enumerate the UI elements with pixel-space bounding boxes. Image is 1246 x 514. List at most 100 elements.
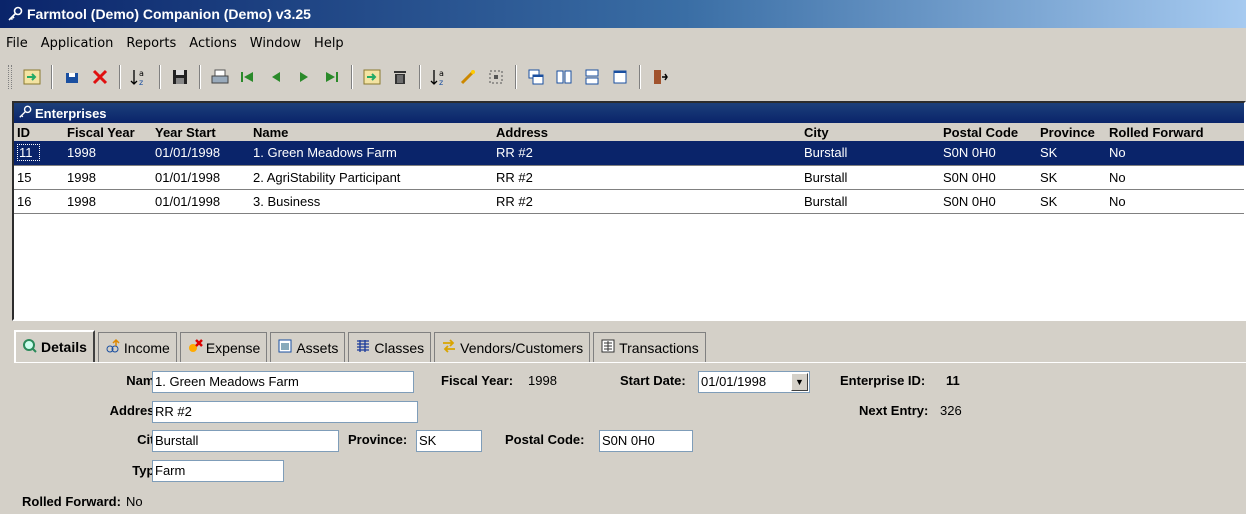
type-field[interactable]: Farm (152, 460, 284, 482)
exit-icon[interactable] (648, 65, 672, 89)
tab-details[interactable]: Details (14, 330, 95, 362)
enterprise-id-value: 11 (946, 373, 960, 388)
disk-icon[interactable] (168, 65, 192, 89)
table-cell: Burstall (801, 141, 940, 166)
window-title: Farmtool (Demo) Companion (Demo) v3.25 (27, 6, 311, 22)
name-field[interactable]: 1. Green Meadows Farm (152, 371, 414, 393)
start-date-field[interactable]: 01/01/1998 ▼ (698, 371, 810, 393)
table-cell: 15 (14, 165, 64, 190)
save-icon[interactable] (60, 65, 84, 89)
import-icon[interactable] (20, 65, 44, 89)
fiscal-year-label: Fiscal Year: (441, 373, 514, 388)
start-date-label: Start Date: (620, 373, 686, 388)
toolbar: az az (0, 60, 1246, 94)
title-bar: Farmtool (Demo) Companion (Demo) v3.25 (0, 0, 1246, 28)
table-cell: SK (1037, 165, 1106, 190)
vendors-customers-icon (441, 338, 457, 357)
table-header: ID Fiscal Year Year Start Name Address C… (14, 123, 1244, 141)
next-record-icon[interactable] (292, 65, 316, 89)
table-cell: S0N 0H0 (940, 189, 1037, 214)
table-cell: Burstall (801, 189, 940, 214)
table-cell: RR #2 (493, 165, 801, 190)
city-field[interactable]: Burstall (152, 430, 339, 452)
column-header[interactable]: Province (1037, 123, 1106, 141)
menu-reports[interactable]: Reports (126, 36, 176, 51)
print-icon[interactable] (208, 65, 232, 89)
table-cell: SK (1037, 189, 1106, 214)
column-header[interactable]: Address (493, 123, 801, 141)
tab-expense[interactable]: Expense (179, 332, 268, 362)
rolled-forward-value: No (126, 494, 143, 509)
table-cell: 1998 (64, 189, 152, 214)
tab-income[interactable]: Income (97, 332, 177, 362)
table-cell: No (1106, 165, 1244, 190)
table-cell: RR #2 (493, 189, 801, 214)
tab-vendors-customers[interactable]: Vendors/Customers (434, 332, 591, 362)
last-record-icon[interactable] (320, 65, 344, 89)
tile-vertical-icon[interactable] (552, 65, 576, 89)
delete-icon[interactable] (88, 65, 112, 89)
key-icon (18, 105, 32, 122)
panel-title: Enterprises (35, 105, 107, 121)
table-cell: 16 (14, 189, 64, 214)
tile-horizontal-icon[interactable] (580, 65, 604, 89)
window-icon[interactable] (608, 65, 632, 89)
address-field[interactable]: RR #2 (152, 401, 418, 423)
postal-code-field[interactable]: S0N 0H0 (599, 430, 693, 452)
sort-icon[interactable]: az (128, 65, 152, 89)
table-row[interactable]: 15 1998 01/01/1998 2. AgriStability Part… (14, 165, 1244, 190)
svg-text:a: a (139, 69, 144, 78)
cascade-icon[interactable] (524, 65, 548, 89)
table-row[interactable]: 11 1998 01/01/1998 1. Green Meadows Farm… (14, 141, 1244, 166)
table-cell: 01/01/1998 (152, 189, 250, 214)
key-icon (6, 5, 24, 23)
wand-icon[interactable] (456, 65, 480, 89)
svg-text:z: z (139, 78, 143, 87)
tab-classes[interactable]: Classes (348, 332, 432, 362)
next-entry-label: Next Entry: (859, 403, 929, 418)
enterprise-id-label: Enterprise ID: (840, 373, 926, 388)
table-cell: RR #2 (493, 141, 801, 166)
trash-icon[interactable] (388, 65, 412, 89)
column-header[interactable]: Rolled Forward (1106, 123, 1244, 141)
table-row[interactable]: 16 1998 01/01/1998 3. Business RR #2 Bur… (14, 189, 1244, 214)
menu-window[interactable]: Window (250, 36, 301, 51)
select-icon[interactable] (484, 65, 508, 89)
menu-actions[interactable]: Actions (189, 36, 237, 51)
column-header[interactable]: ID (14, 123, 64, 141)
rolled-forward-label: Rolled Forward: (22, 494, 121, 509)
menu-file[interactable]: File (6, 36, 28, 51)
tab-transactions[interactable]: Transactions (593, 332, 706, 362)
column-header[interactable]: Year Start (152, 123, 250, 141)
detail-tabs: Details Income Expense Assets Classes Ve… (14, 330, 709, 362)
menu-application[interactable]: Application (41, 36, 114, 51)
column-header[interactable]: Postal Code (940, 123, 1037, 141)
assets-icon (277, 338, 293, 357)
magnifier-icon (22, 338, 38, 357)
tab-assets[interactable]: Assets (270, 332, 346, 362)
transactions-icon (600, 338, 616, 357)
table-cell: S0N 0H0 (940, 165, 1037, 190)
export-icon[interactable] (360, 65, 384, 89)
sort-az-icon[interactable]: az (428, 65, 452, 89)
column-header[interactable]: Name (250, 123, 493, 141)
next-entry-value: 326 (940, 403, 962, 418)
menu-help[interactable]: Help (314, 36, 344, 51)
table-cell: No (1106, 189, 1244, 214)
prev-record-icon[interactable] (264, 65, 288, 89)
table-cell: S0N 0H0 (940, 141, 1037, 166)
toolbar-grip[interactable] (8, 65, 12, 89)
svg-text:z: z (439, 78, 443, 87)
table-cell: 3. Business (250, 189, 493, 214)
column-header[interactable]: City (801, 123, 940, 141)
column-header[interactable]: Fiscal Year (64, 123, 152, 141)
province-field[interactable]: SK (416, 430, 482, 452)
expense-icon (187, 338, 203, 357)
menu-bar: File Application Reports Actions Window … (0, 32, 357, 54)
fiscal-year-value: 1998 (528, 373, 557, 388)
dropdown-arrow-icon[interactable]: ▼ (791, 373, 808, 391)
table-cell: 1. Green Meadows Farm (250, 141, 493, 166)
table-cell: 11 (17, 144, 40, 162)
first-record-icon[interactable] (236, 65, 260, 89)
table-cell: Burstall (801, 165, 940, 190)
